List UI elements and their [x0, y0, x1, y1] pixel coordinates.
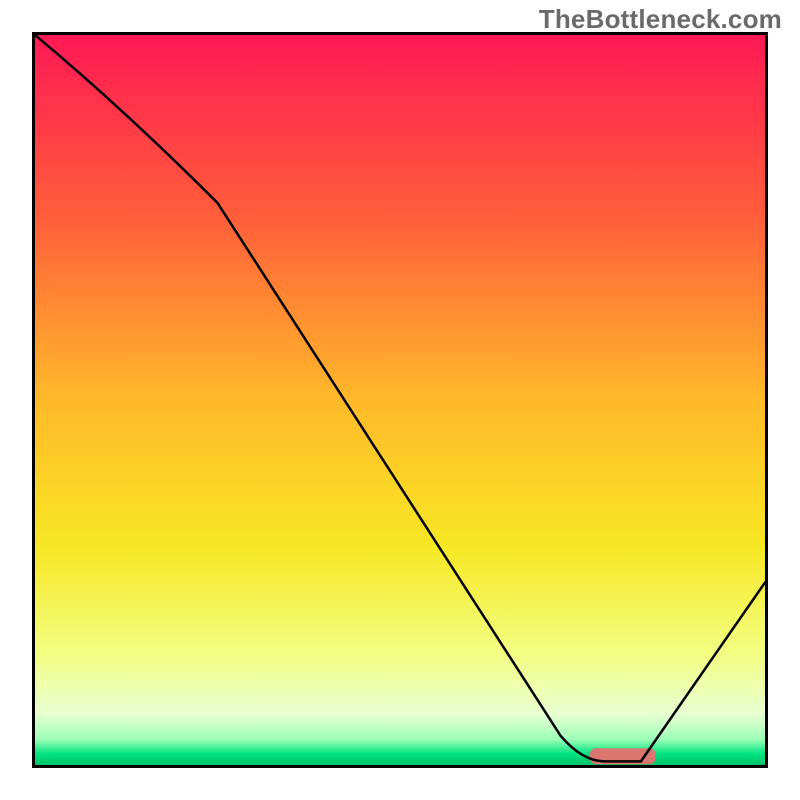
plot-frame: [32, 32, 768, 768]
plot-svg: [35, 35, 765, 765]
watermark-text: TheBottleneck.com: [539, 4, 782, 35]
gradient-background: [35, 35, 765, 765]
chart-container: TheBottleneck.com: [0, 0, 800, 800]
